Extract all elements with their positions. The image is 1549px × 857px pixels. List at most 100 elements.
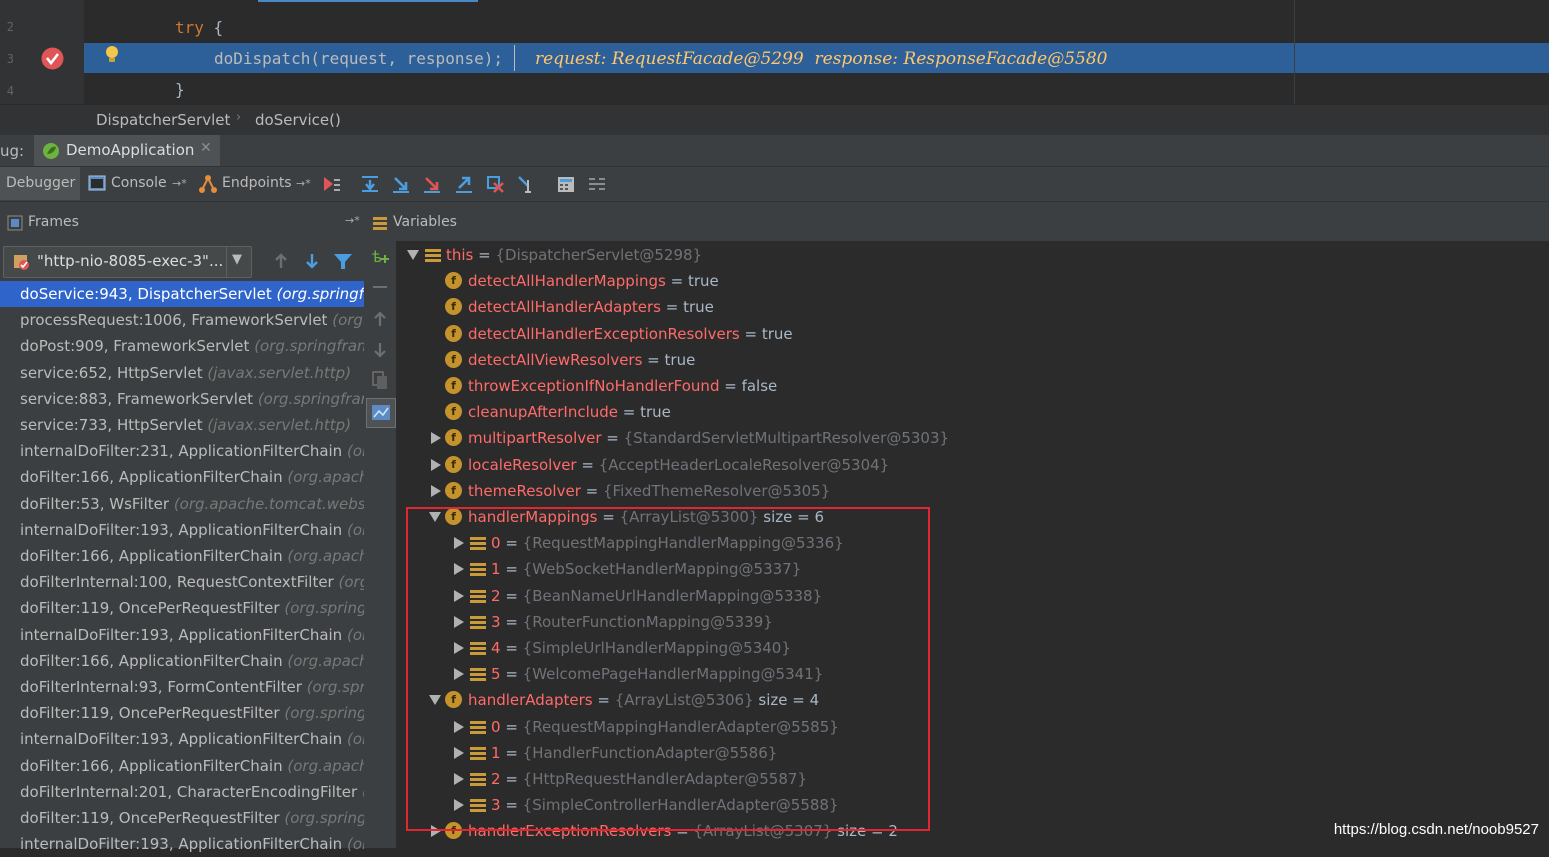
- variable-text: detectAllHandlerExceptionResolvers = tru…: [468, 321, 793, 347]
- debug-label: ug:: [0, 142, 25, 160]
- frame-item[interactable]: internalDoFilter:193, ApplicationFilterC…: [0, 622, 364, 648]
- frame-item[interactable]: doFilter:119, OncePerRequestFilter (org.…: [0, 595, 364, 621]
- frame-item[interactable]: doFilter:119, OncePerRequestFilter (org.…: [0, 805, 364, 831]
- next-frame-icon[interactable]: [303, 252, 321, 270]
- remove-watch-icon[interactable]: [373, 286, 387, 288]
- editor-gutter[interactable]: 2 3 4: [0, 0, 84, 104]
- pin-icon[interactable]: →*: [345, 214, 360, 227]
- force-step-into-icon[interactable]: [422, 174, 442, 194]
- text-caret: [514, 45, 515, 71]
- tab-console[interactable]: Console →*: [86, 167, 190, 200]
- lightbulb-icon[interactable]: [104, 44, 120, 66]
- frame-package: (javax.servlet.http): [207, 363, 352, 382]
- frame-method: internalDoFilter:193, ApplicationFilterC…: [20, 835, 347, 854]
- variable-text: detectAllHandlerMappings = true: [468, 268, 719, 294]
- variable-ref: {FixedThemeResolver@5305}: [602, 481, 831, 500]
- frame-item[interactable]: doService:943, DispatcherServlet (org.sp…: [0, 281, 364, 307]
- frame-item[interactable]: doFilterInternal:201, CharacterEncodingF…: [0, 779, 364, 805]
- frame-package: (org.apache.catalina.core): [346, 520, 364, 539]
- frame-item[interactable]: doFilter:166, ApplicationFilterChain (or…: [0, 648, 364, 674]
- variable-name: localeResolver: [468, 455, 577, 474]
- tab-debugger[interactable]: Debugger: [0, 167, 80, 200]
- frame-item[interactable]: service:652, HttpServlet (javax.servlet.…: [0, 360, 364, 386]
- breadcrumb-method[interactable]: doService(): [255, 111, 341, 129]
- frame-package: (org.springframework.web.servlet): [254, 337, 364, 356]
- variable-row[interactable]: f detectAllHandlerExceptionResolvers = tr…: [397, 321, 1549, 347]
- frame-package: (org.apache.catalina.core): [346, 730, 364, 749]
- frame-method: internalDoFilter:193, ApplicationFilterC…: [20, 730, 347, 749]
- step-out-icon[interactable]: [454, 174, 474, 194]
- endpoints-icon: [199, 175, 217, 193]
- trace-stream-icon[interactable]: [587, 174, 607, 194]
- duplicate-watch-icon[interactable]: [372, 371, 388, 391]
- step-over-icon[interactable]: [360, 174, 380, 194]
- frame-item[interactable]: doFilter:53, WsFilter (org.apache.tomcat…: [0, 491, 364, 517]
- variable-row[interactable]: f detectAllViewResolvers = true: [397, 347, 1549, 373]
- variable-row[interactable]: f detectAllHandlerMappings = true: [397, 268, 1549, 294]
- evaluate-expression-icon[interactable]: [556, 174, 576, 194]
- variable-text: this = {DispatcherServlet@5298}: [446, 242, 702, 268]
- frame-item[interactable]: doFilter:166, ApplicationFilterChain (or…: [0, 753, 364, 779]
- expand-arrow-icon[interactable]: [431, 484, 441, 497]
- move-down-icon[interactable]: [372, 341, 388, 359]
- filter-icon[interactable]: [333, 252, 353, 270]
- thread-name: "http-nio-8085-exec-3"...: [37, 252, 224, 270]
- pin-icon: →*: [296, 177, 311, 190]
- variable-row[interactable]: f multipartResolver = {StandardServletMul…: [397, 425, 1549, 451]
- variable-name: throwExceptionIfNoHandlerFound: [468, 377, 720, 395]
- breakpoint-check-icon[interactable]: [40, 46, 65, 71]
- tab-endpoints[interactable]: Endpoints →*: [196, 167, 316, 200]
- variable-text: themeResolver = {FixedThemeResolver@5305…: [468, 478, 830, 504]
- code-editor[interactable]: 2 3 4 try { doDispatch(request, response…: [0, 0, 1549, 104]
- frame-package: (org.apache.catalina.core): [346, 625, 364, 644]
- frame-item[interactable]: internalDoFilter:231, ApplicationFilterC…: [0, 438, 364, 464]
- frame-item[interactable]: doFilter:166, ApplicationFilterChain (or…: [0, 543, 364, 569]
- expand-arrow-icon[interactable]: [431, 458, 441, 471]
- show-watches-toggle[interactable]: [366, 398, 396, 428]
- variable-row[interactable]: f localeResolver = {AcceptHeaderLocaleRes…: [397, 452, 1549, 478]
- frame-item[interactable]: processRequest:1006, FrameworkServlet (o…: [0, 307, 364, 333]
- spring-boot-icon: [43, 143, 59, 159]
- frame-item[interactable]: internalDoFilter:193, ApplicationFilterC…: [0, 831, 364, 857]
- previous-frame-icon[interactable]: [272, 252, 290, 270]
- pin-icon: →*: [172, 177, 187, 190]
- expand-arrow-icon[interactable]: [431, 432, 441, 445]
- frame-method: doService:943, DispatcherServlet: [20, 285, 277, 303]
- frame-item[interactable]: doFilterInternal:93, FormContentFilter (…: [0, 674, 364, 700]
- tab-endpoints-label: Endpoints: [222, 175, 292, 191]
- collapse-arrow-icon[interactable]: [407, 250, 419, 260]
- run-config-tab[interactable]: DemoApplication ✕: [34, 135, 220, 166]
- frame-method: doFilter:53, WsFilter: [20, 494, 174, 513]
- frame-item[interactable]: doFilter:166, ApplicationFilterChain (or…: [0, 464, 364, 490]
- frame-method: doFilter:166, ApplicationFilterChain: [20, 756, 288, 775]
- new-watch-icon[interactable]: ѣ: [370, 247, 390, 267]
- code-line-close: }: [175, 80, 185, 99]
- frame-package: (org.apache.catalina.core): [287, 651, 364, 670]
- breadcrumb-class[interactable]: DispatcherServlet: [96, 111, 230, 129]
- frame-item[interactable]: doPost:909, FrameworkServlet (org.spring…: [0, 333, 364, 359]
- chevron-down-icon[interactable]: ▼: [232, 252, 242, 267]
- variable-name: detectAllHandlerAdapters: [468, 298, 661, 317]
- frame-item[interactable]: internalDoFilter:193, ApplicationFilterC…: [0, 726, 364, 752]
- show-execution-point-icon[interactable]: [321, 174, 341, 194]
- frame-item[interactable]: doFilterInternal:100, RequestContextFilt…: [0, 569, 364, 595]
- equals-sign: =: [665, 272, 688, 291]
- frame-item[interactable]: internalDoFilter:193, ApplicationFilterC…: [0, 517, 364, 543]
- variable-row[interactable]: this = {DispatcherServlet@5298}: [397, 242, 1549, 268]
- variable-row[interactable]: f themeResolver = {FixedThemeResolver@530…: [397, 478, 1549, 504]
- step-into-icon[interactable]: [391, 174, 411, 194]
- equals-sign: =: [601, 429, 624, 448]
- move-up-icon[interactable]: [372, 310, 388, 328]
- right-margin-guide: [1294, 0, 1295, 104]
- frame-item[interactable]: service:883, FrameworkServlet (org.sprin…: [0, 386, 364, 412]
- thread-selector[interactable]: "http-nio-8085-exec-3"... ▼: [3, 246, 252, 278]
- variable-row[interactable]: f throwExceptionIfNoHandlerFound = false: [397, 373, 1549, 399]
- run-to-cursor-icon[interactable]: [516, 174, 536, 194]
- equals-sign: =: [473, 246, 496, 264]
- frame-item[interactable]: service:733, HttpServlet (javax.servlet.…: [0, 412, 364, 438]
- close-tab-icon[interactable]: ✕: [200, 140, 212, 156]
- frame-item[interactable]: doFilter:119, OncePerRequestFilter (org.…: [0, 700, 364, 726]
- variable-row[interactable]: f detectAllHandlerAdapters = true: [397, 294, 1549, 320]
- variable-row[interactable]: f cleanupAfterInclude = true: [397, 399, 1549, 425]
- drop-frame-icon[interactable]: [485, 174, 505, 194]
